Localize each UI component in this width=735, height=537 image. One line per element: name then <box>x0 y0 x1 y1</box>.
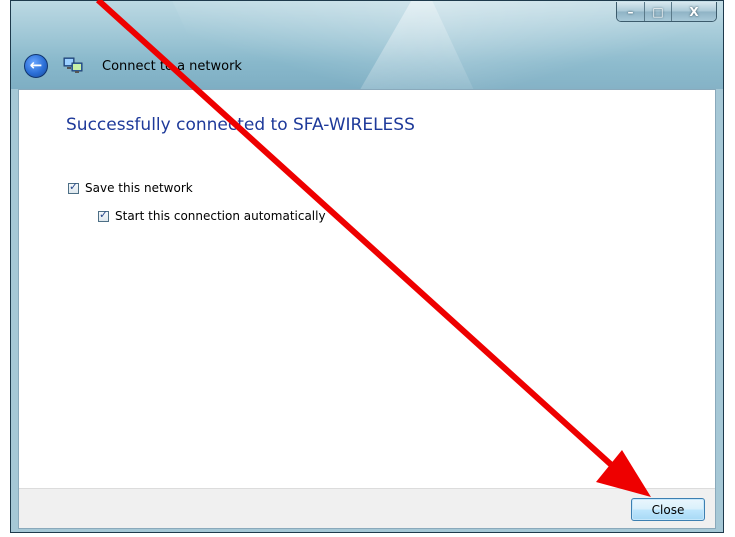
save-network-option[interactable]: Save this network <box>68 180 193 195</box>
close-window-button[interactable]: X <box>672 2 716 21</box>
frame-right <box>716 89 723 532</box>
maximize-button[interactable]: □ <box>645 2 672 21</box>
minimize-button[interactable]: – <box>617 2 645 21</box>
caption-buttons: – □ X <box>616 2 717 22</box>
dialog-window: – □ X ← Connect to a network Successfull… <box>10 0 724 533</box>
save-network-checkbox[interactable] <box>68 180 79 194</box>
network-icon <box>63 57 83 73</box>
window-title: Connect to a network <box>102 59 242 74</box>
frame-left <box>11 89 18 532</box>
back-arrow-icon: ← <box>29 55 43 74</box>
close-button[interactable]: Close <box>631 498 705 521</box>
back-button[interactable]: ← <box>24 54 48 78</box>
status-heading: Successfully connected to SFA-WIRELESS <box>66 115 415 135</box>
auto-connect-option[interactable]: Start this connection automatically <box>98 208 326 223</box>
save-network-label: Save this network <box>85 181 193 195</box>
dialog-footer: Close <box>19 488 715 528</box>
auto-connect-label: Start this connection automatically <box>115 209 326 223</box>
dialog-content: Successfully connected to SFA-WIRELESS S… <box>18 89 716 529</box>
auto-connect-checkbox[interactable] <box>98 208 109 222</box>
